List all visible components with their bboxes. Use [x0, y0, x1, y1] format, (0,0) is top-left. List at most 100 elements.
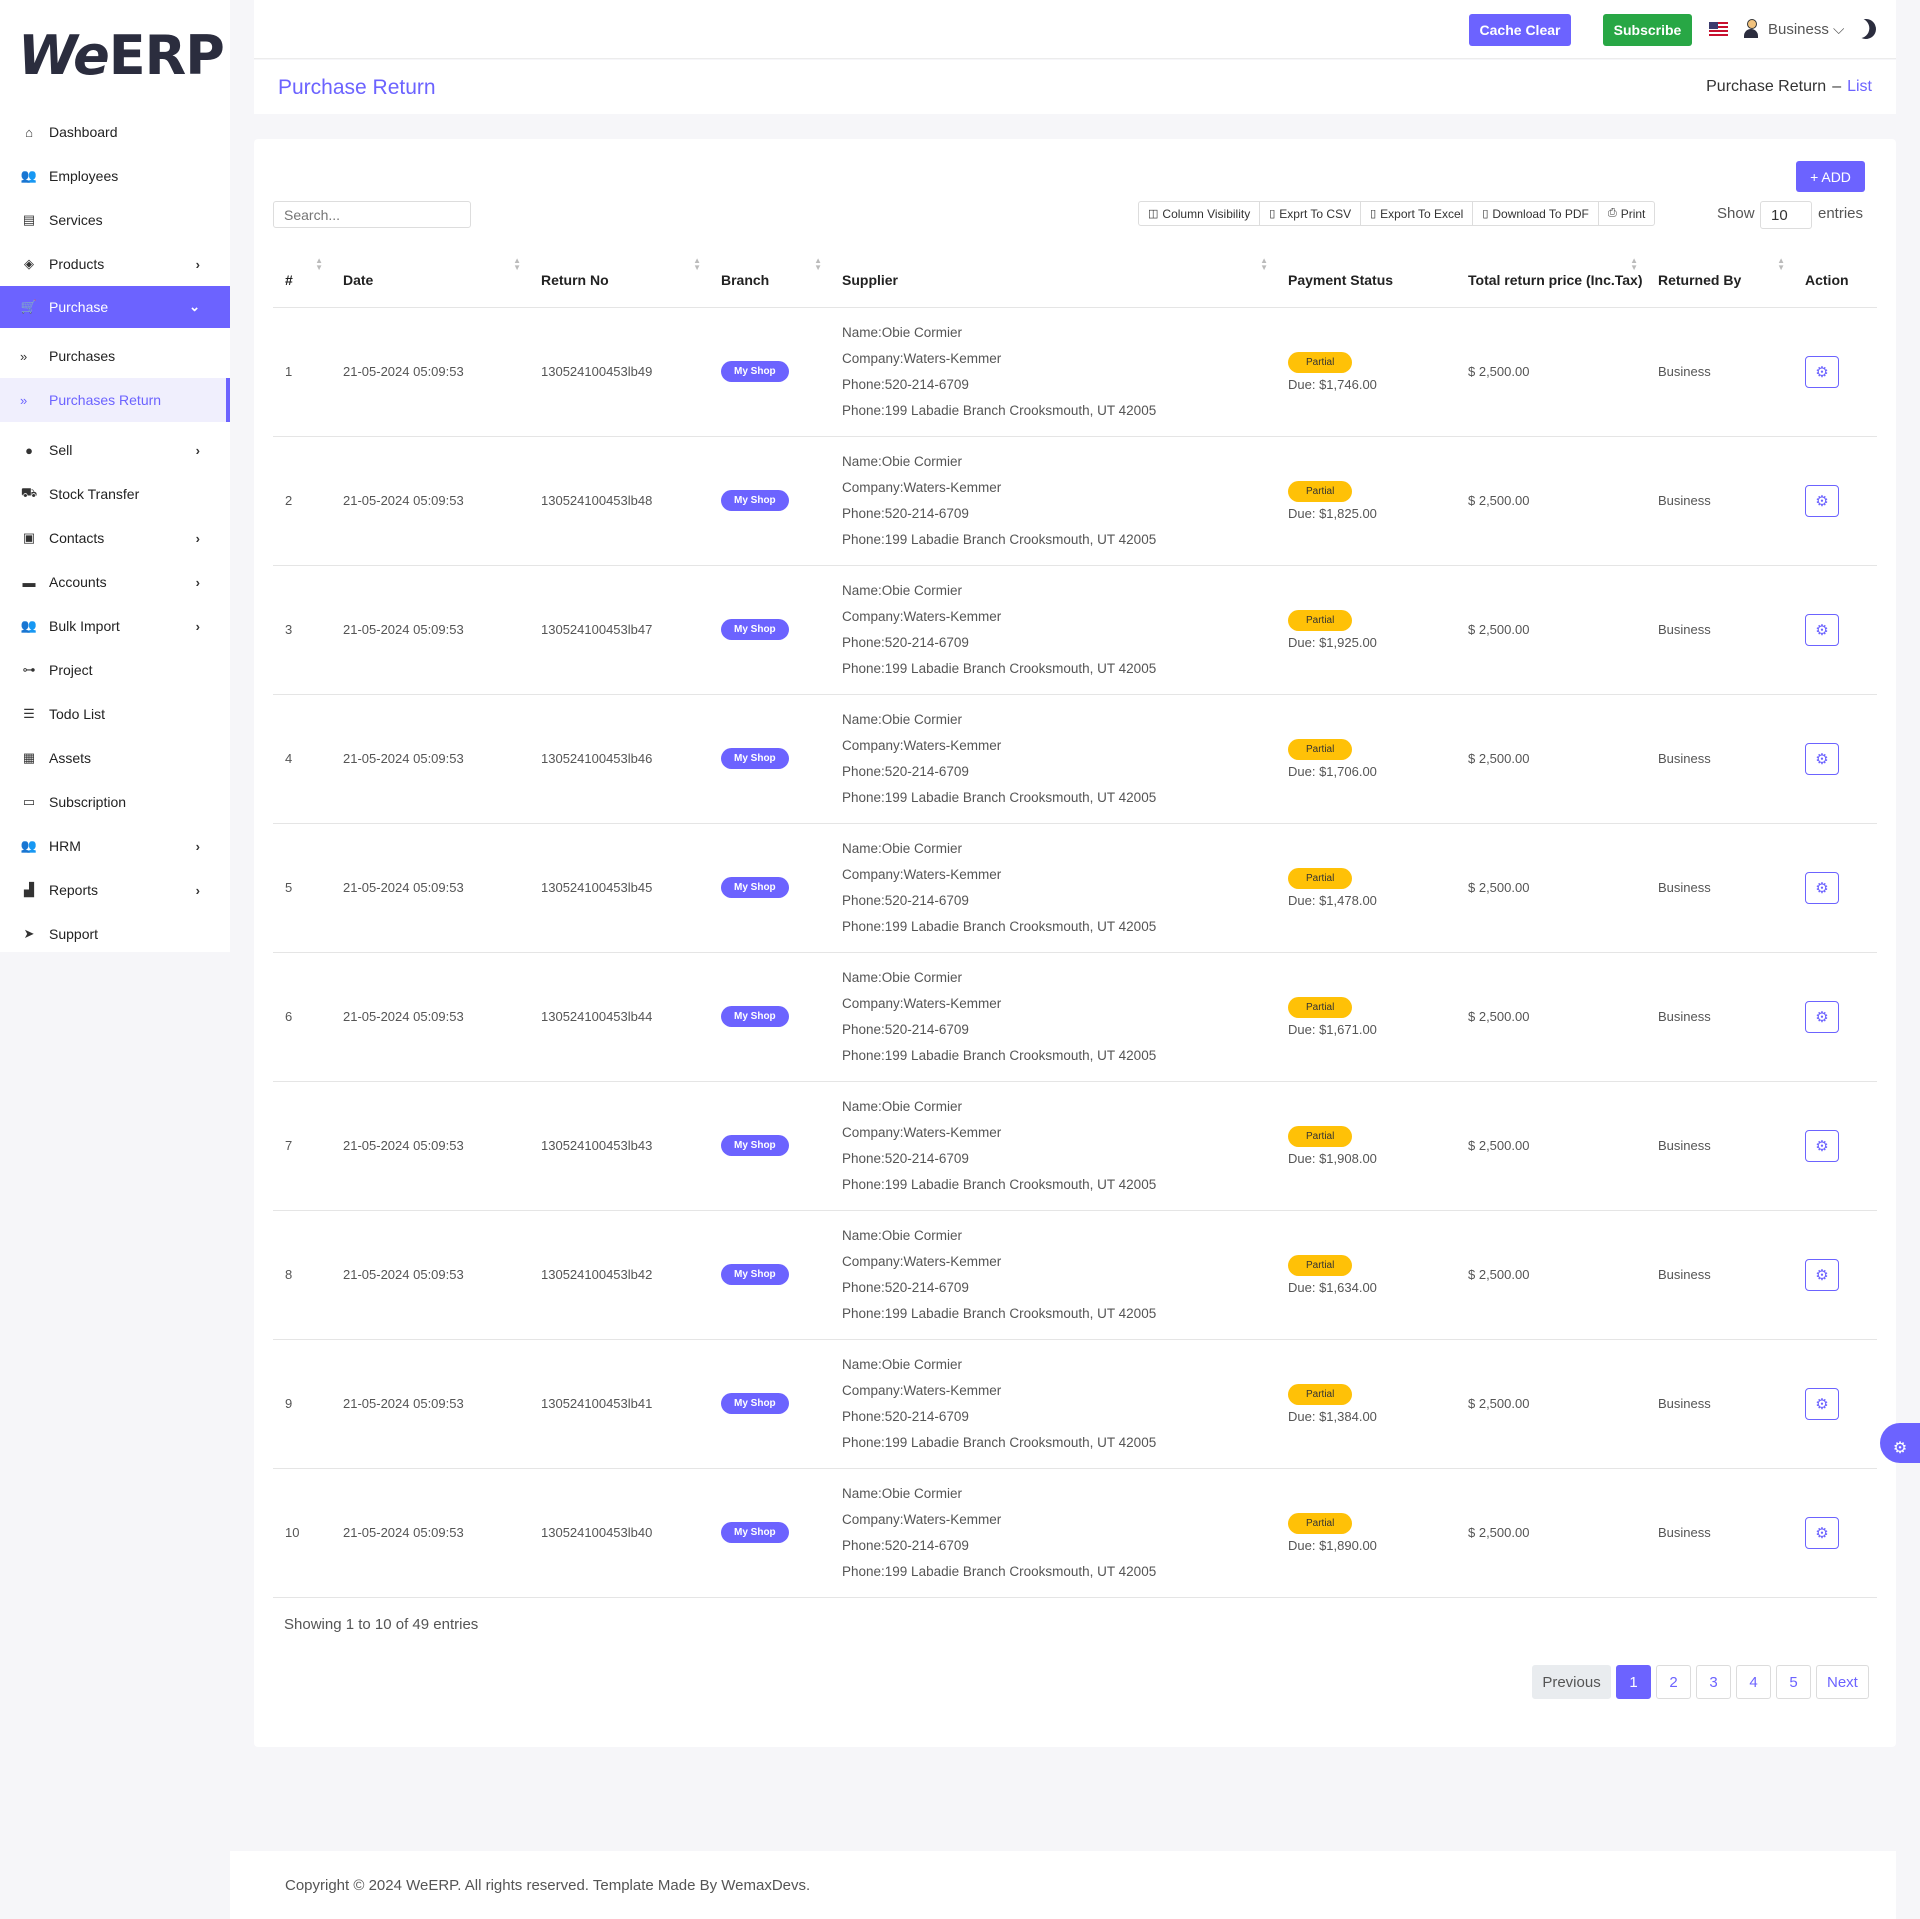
column-header[interactable]: Date ▲ ▼ [331, 241, 529, 308]
page-button-4[interactable]: 4 [1736, 1665, 1771, 1699]
tool-export-to-excel-button[interactable]: ▯ Export To Excel [1361, 202, 1474, 225]
row-supplier: Name:Obie Cormier Company:Waters-Kemmer Ph… [830, 952, 1276, 1082]
page-button-3[interactable]: 3 [1696, 1665, 1731, 1699]
sort-icon[interactable]: ▲ ▼ [1630, 257, 1638, 272]
supplier-phone: Phone:520-214-6709 [842, 634, 969, 650]
row-supplier: Name:Obie Cormier Company:Waters-Kemmer Ph… [830, 694, 1276, 824]
tool-download-to-pdf-button[interactable]: ▯ Download To PDF [1473, 202, 1599, 225]
column-header[interactable]: Supplier ▲ ▼ [830, 241, 1276, 308]
add-button[interactable]: + ADD [1796, 161, 1865, 192]
sidebar-item-todo-list[interactable]: ☰ Todo List [0, 692, 230, 736]
action-button[interactable]: ⚙ [1805, 742, 1839, 775]
page-button-1[interactable]: 1 [1616, 1665, 1651, 1699]
status-badge: Partial [1288, 1254, 1353, 1276]
chevron-right-icon: › [195, 882, 200, 898]
user-name: Business [1768, 21, 1829, 38]
sidebar-item-accounts[interactable]: ▬ Accounts › [0, 560, 230, 604]
column-header[interactable]: Return No ▲ ▼ [529, 241, 709, 308]
previous-page-button[interactable]: Previous [1532, 1665, 1611, 1699]
supplier-addr: Phone:199 Labadie Branch Crooksmouth, UT… [842, 402, 1157, 418]
row-supplier: Name:Obie Cormier Company:Waters-Kemmer Ph… [830, 565, 1276, 695]
row-date: 21-05-2024 05:09:53 [331, 952, 529, 1082]
action-button[interactable]: ⚙ [1805, 1000, 1839, 1033]
sidebar-item-stock-transfer[interactable]: ⛟ Stock Transfer [0, 472, 230, 516]
row-branch: My Shop [709, 1339, 830, 1469]
sidebar-subitem-purchases-return[interactable]: » Purchases Return [0, 378, 230, 422]
tool-column-visibility-button[interactable]: ◫ Column Visibility [1139, 202, 1261, 225]
sort-icon[interactable]: ▲ ▼ [1777, 257, 1785, 272]
breadcrumb-current[interactable]: List [1847, 78, 1872, 95]
status-badge: Partial [1288, 1512, 1353, 1534]
settings-gear-icon[interactable]: ⚙ [1880, 1423, 1920, 1463]
sidebar-item-dashboard[interactable]: ⌂ Dashboard [0, 110, 230, 154]
action-button[interactable]: ⚙ [1805, 1387, 1839, 1420]
column-header[interactable]: Payment Status [1276, 241, 1456, 308]
subscribe-button[interactable]: Subscribe [1603, 14, 1692, 46]
due-amount: Due: $1,671.00 [1288, 1021, 1377, 1037]
column-header[interactable]: Branch ▲ ▼ [709, 241, 830, 308]
export-toolbar: ◫ Column Visibility ▯ Exprt To CSV ▯ Export T… [1138, 201, 1656, 226]
table-row: 4 21-05-2024 05:09:53 130524100453lb46 My S… [273, 694, 1877, 824]
sidebar-item-support[interactable]: ➤ Support [0, 912, 230, 956]
us-flag-icon[interactable] [1709, 22, 1728, 36]
user-menu[interactable]: Business ⌵ [1768, 21, 1844, 38]
tool-exprt-to-csv-button[interactable]: ▯ Exprt To CSV [1260, 202, 1362, 225]
sort-icon[interactable]: ▲ ▼ [1260, 257, 1268, 272]
sort-icon[interactable]: ▲ ▼ [814, 257, 822, 272]
row-return-no: 130524100453lb40 [529, 1468, 709, 1598]
tool-print-button[interactable]: ⎙ Print [1599, 202, 1655, 225]
row-payment-status: Partial Due: $1,478.00 [1276, 823, 1456, 953]
row-branch: My Shop [709, 694, 830, 824]
breadcrumb-parent[interactable]: Purchase Return [1706, 78, 1826, 95]
next-page-button[interactable]: Next [1816, 1665, 1869, 1699]
user-avatar-icon[interactable] [1743, 19, 1759, 39]
action-button[interactable]: ⚙ [1805, 355, 1839, 388]
column-header[interactable]: Total return price (Inc.Tax) ▲ ▼ [1456, 241, 1646, 308]
sidebar-item-sell[interactable]: ● Sell › [0, 428, 230, 472]
sidebar-item-hrm[interactable]: 👥 HRM › [0, 824, 230, 868]
sidebar-item-services[interactable]: ▤ Services [0, 198, 230, 242]
chevron-right-icon: › [195, 838, 200, 854]
action-button[interactable]: ⚙ [1805, 613, 1839, 646]
sort-icon[interactable]: ▲ ▼ [513, 257, 521, 272]
supplier-company: Company:Waters-Kemmer [842, 1382, 1002, 1398]
footer: Copyright © 2024 WeERP. All rights reser… [230, 1851, 1896, 1919]
page-button-5[interactable]: 5 [1776, 1665, 1811, 1699]
search-input[interactable] [273, 201, 471, 228]
row-payment-status: Partial Due: $1,384.00 [1276, 1339, 1456, 1469]
sidebar-item-products[interactable]: ◈ Products › [0, 242, 230, 286]
column-header[interactable]: Action [1793, 241, 1877, 308]
action-button[interactable]: ⚙ [1805, 1516, 1839, 1549]
logo[interactable]: WeERP [0, 0, 230, 110]
page-button-2[interactable]: 2 [1656, 1665, 1691, 1699]
sidebar-item-employees[interactable]: 👥 Employees [0, 154, 230, 198]
sidebar-item-subscription[interactable]: ▭ Subscription [0, 780, 230, 824]
gears-icon: ⚙ [1815, 750, 1829, 768]
sidebar-item-assets[interactable]: ▦ Assets [0, 736, 230, 780]
sort-icon[interactable]: ▲ ▼ [693, 257, 701, 272]
branch-badge: My Shop [721, 1006, 789, 1027]
circle-icon: ● [25, 442, 33, 458]
cache-clear-button[interactable]: Cache Clear [1469, 14, 1571, 46]
gears-icon: ⚙ [1815, 492, 1829, 510]
sidebar-item-bulk-import[interactable]: 👥 Bulk Import › [0, 604, 230, 648]
supplier-addr: Phone:199 Labadie Branch Crooksmouth, UT… [842, 660, 1157, 676]
action-button[interactable]: ⚙ [1805, 1129, 1839, 1162]
sidebar-item-project[interactable]: ⊶ Project [0, 648, 230, 692]
sidebar-subitem-purchases[interactable]: » Purchases [0, 334, 230, 378]
column-header[interactable]: Returned By ▲ ▼ [1646, 241, 1793, 308]
sort-icon[interactable]: ▲ ▼ [315, 257, 323, 272]
sidebar-item-label: Accounts [49, 574, 107, 590]
double-chevron-right-icon: » [20, 392, 28, 408]
action-button[interactable]: ⚙ [1805, 484, 1839, 517]
column-header[interactable]: # ▲ ▼ [273, 241, 331, 308]
action-button[interactable]: ⚙ [1805, 871, 1839, 904]
row-action: ⚙ [1793, 1339, 1877, 1469]
row-supplier: Name:Obie Cormier Company:Waters-Kemmer Ph… [830, 1339, 1276, 1469]
sidebar-item-purchase[interactable]: 🛒 Purchase ⌄ [0, 286, 230, 328]
action-button[interactable]: ⚙ [1805, 1258, 1839, 1291]
entries-per-page-input[interactable]: 10 [1760, 201, 1812, 229]
sidebar-item-contacts[interactable]: ▣ Contacts › [0, 516, 230, 560]
sidebar-item-reports[interactable]: ▟ Reports › [0, 868, 230, 912]
dark-mode-toggle-icon[interactable] [1853, 16, 1879, 42]
